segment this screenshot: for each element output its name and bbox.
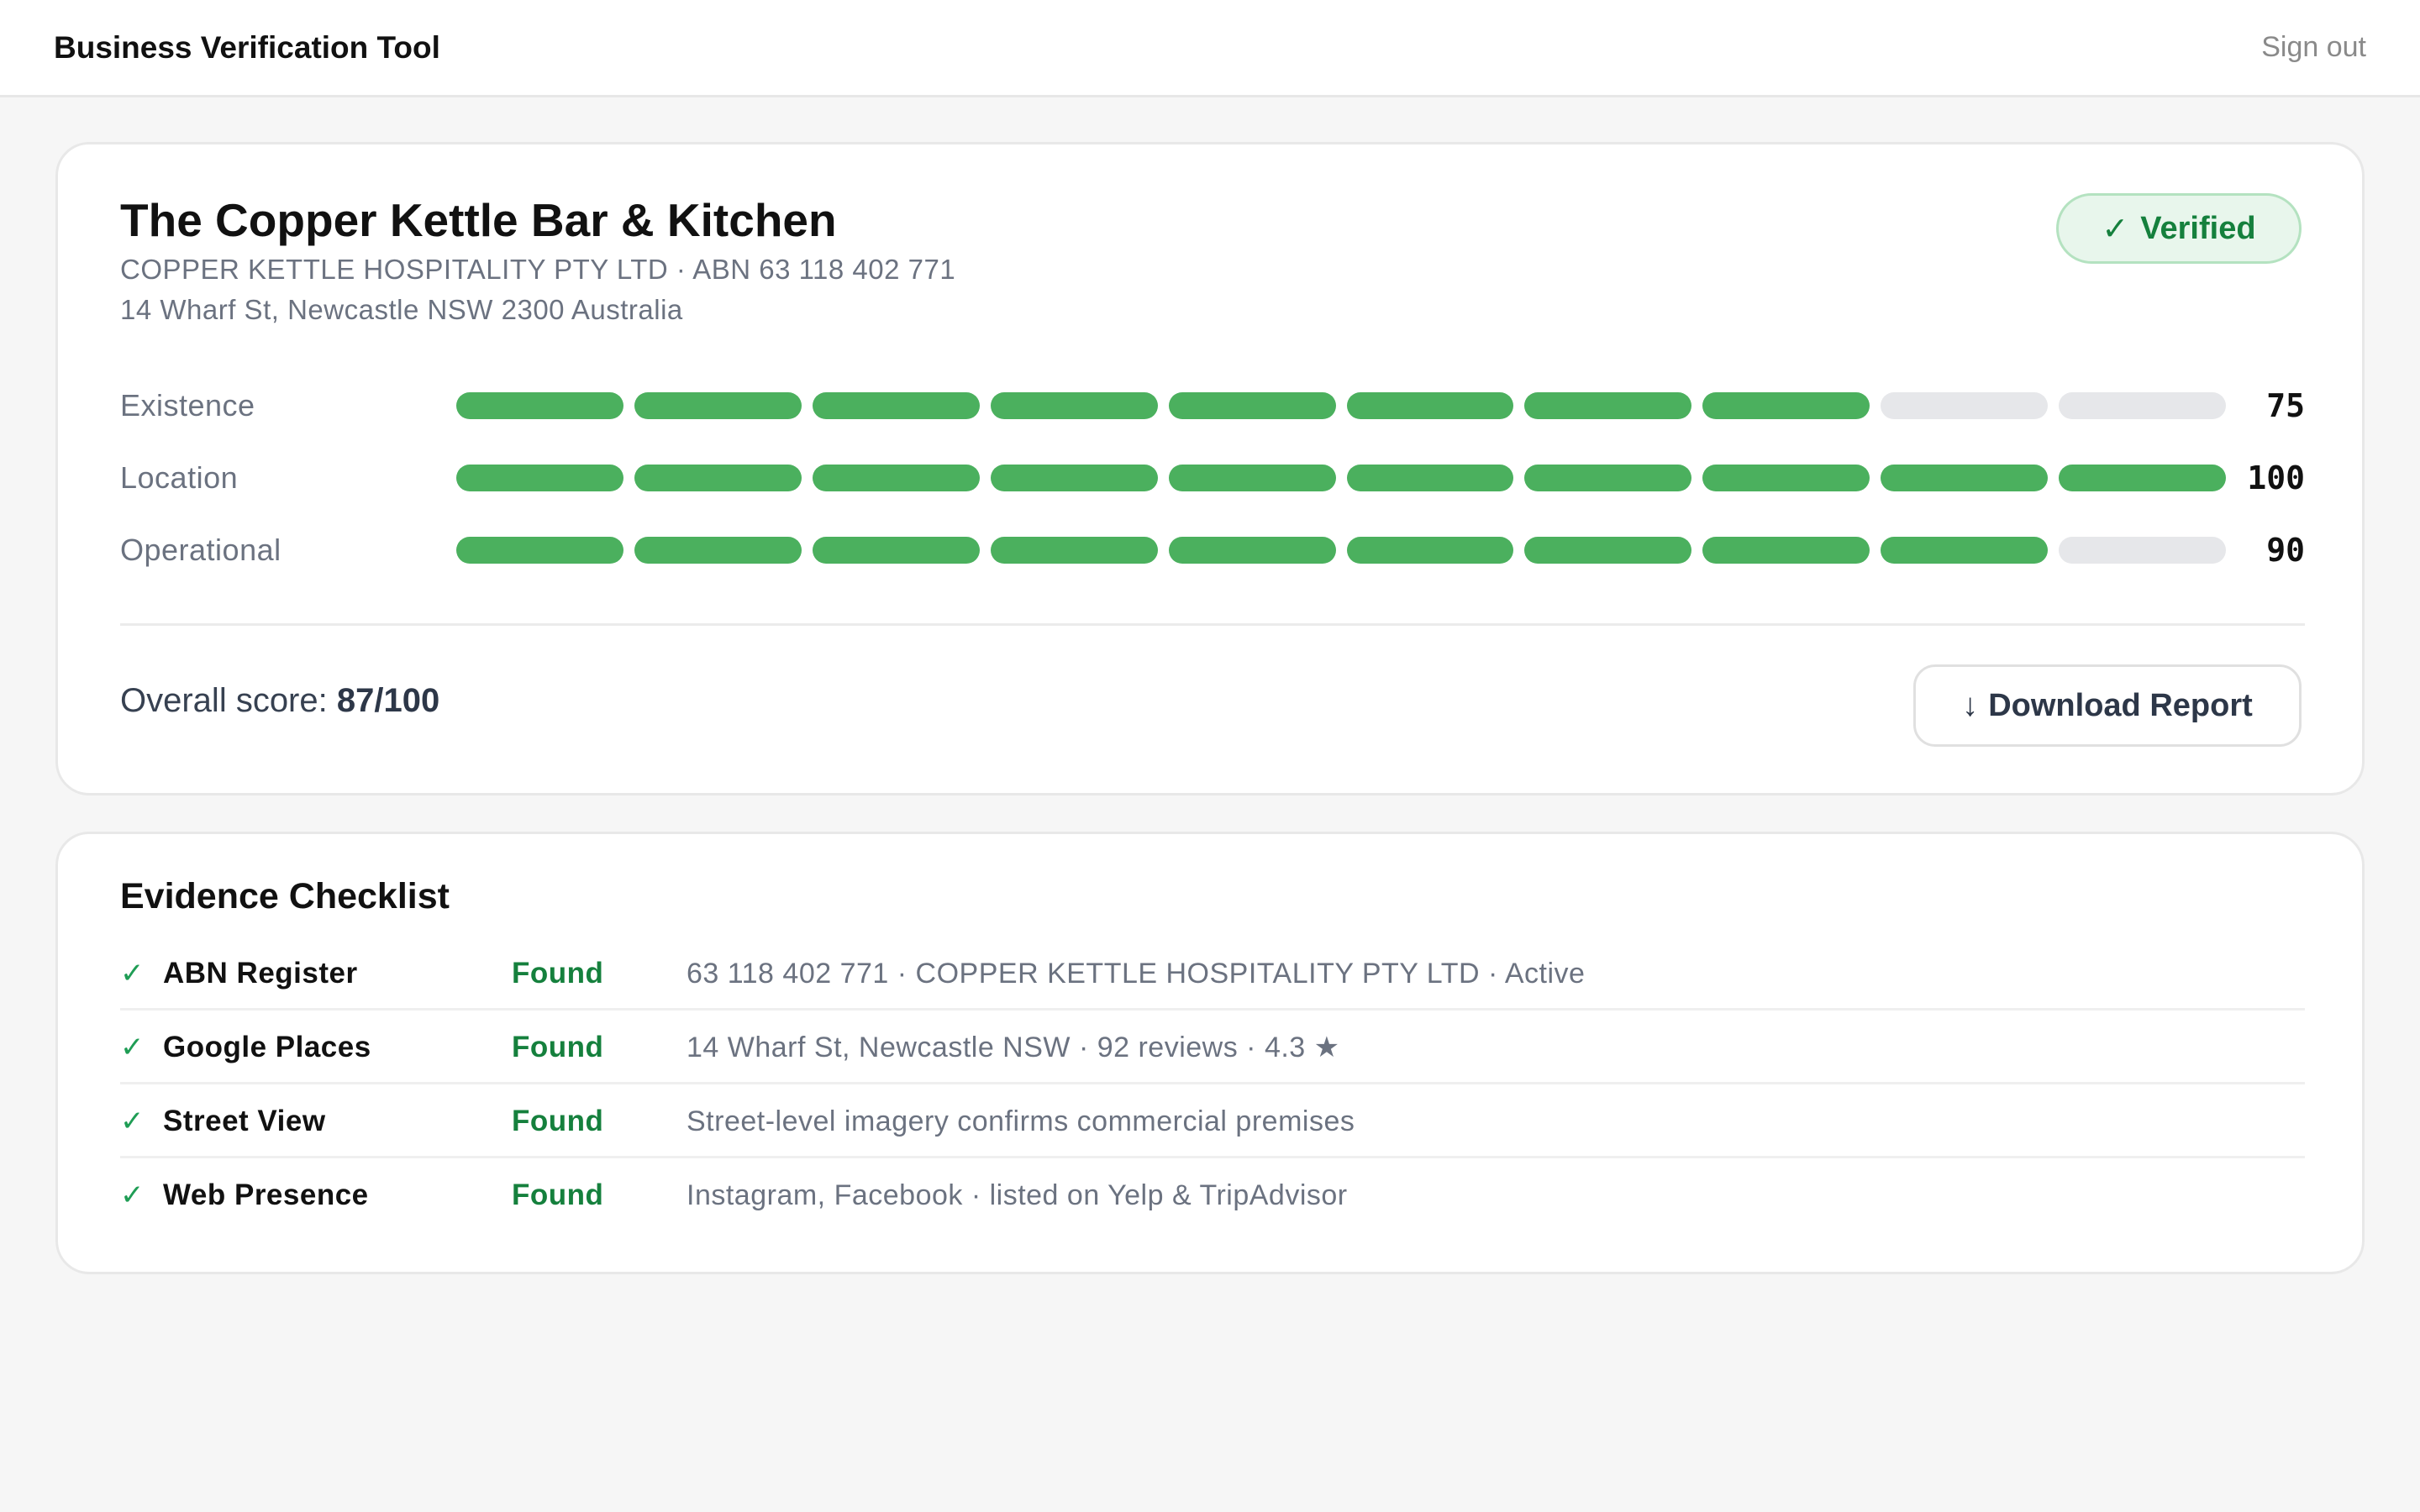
score-row-operational: Operational 90 [120,532,2305,569]
top-bar: Business Verification Tool Sign out [0,0,2420,97]
sign-out-link[interactable]: Sign out [2261,31,2366,64]
score-segment-empty [2059,537,2227,564]
score-segment-filled [1524,537,1692,564]
app-title: Business Verification Tool [54,29,440,65]
check-icon: ✓ [2102,211,2129,247]
evidence-row-abn-register: ✓ ABN Register Found 63 118 402 771 · CO… [120,937,2305,1011]
check-icon: ✓ [120,1179,145,1211]
evidence-source: Street View [163,1105,326,1137]
section-title: Evidence Checklist [120,876,450,916]
score-segment-filled [456,392,623,419]
evidence-row-google-places: ✓ Google Places Found 14 Wharf St, Newca… [120,1011,2305,1084]
evidence-status: Found [512,1031,604,1063]
arrow-down-icon: ↓ [1962,687,1979,723]
divider [120,623,2305,626]
business-summary-card: The Copper Kettle Bar & Kitchen COPPER K… [55,142,2365,795]
business-entity-line: COPPER KETTLE HOSPITALITY PTY LTD · ABN … [120,254,956,285]
score-label: Location [120,460,239,495]
evidence-row-street-view: ✓ Street View Found Street-level imagery… [120,1084,2305,1158]
score-segment-empty [1881,392,2049,419]
evidence-detail: Instagram, Facebook · listed on Yelp & T… [687,1179,1348,1211]
score-segment-filled [990,537,1158,564]
score-segment-empty [2059,392,2227,419]
download-report-label: Download Report [1988,687,2253,723]
overall-score-label: Overall score: [120,682,328,719]
evidence-source: Google Places [163,1031,371,1063]
score-label: Existence [120,388,255,423]
verified-label: Verified [2140,210,2256,246]
score-segment-filled [1346,465,1514,491]
evidence-detail: Street-level imagery confirms commercial… [687,1105,1355,1137]
score-segment-filled [812,465,980,491]
score-segment-filled [1702,392,1870,419]
score-segment-filled [990,392,1158,419]
score-value: 75 [2266,387,2305,424]
evidence-row-web-presence: ✓ Web Presence Found Instagram, Facebook… [120,1158,2305,1232]
score-segment-filled [1168,537,1336,564]
score-segment-filled [1881,537,2049,564]
score-segment-filled [456,465,623,491]
evidence-detail: 14 Wharf St, Newcastle NSW · 92 reviews … [687,1032,1340,1063]
score-row-location: Location 100 [120,459,2305,496]
score-value: 100 [2247,459,2305,496]
evidence-status: Found [512,1105,604,1137]
score-segment-filled [1168,465,1336,491]
verified-badge: ✓ Verified [2056,193,2302,264]
overall-score-value: 87/100 [336,682,440,719]
evidence-status: Found [512,1179,604,1211]
score-segment-filled [634,537,802,564]
score-segment-filled [2059,465,2227,491]
evidence-status: Found [512,957,604,990]
score-segment-filled [812,392,980,419]
score-segment-filled [1524,392,1692,419]
score-row-existence: Existence 75 [120,389,2305,423]
score-segment-filled [1881,465,2049,491]
overall-score: Overall score: 87/100 [120,682,439,720]
score-bar [456,537,2227,564]
evidence-source: ABN Register [163,957,358,990]
download-report-button[interactable]: ↓ Download Report [1913,664,2302,747]
check-icon: ✓ [120,958,145,990]
evidence-source: Web Presence [163,1179,369,1211]
score-bar [456,392,2227,419]
business-address: 14 Wharf St, Newcastle NSW 2300 Australi… [120,294,683,325]
score-segment-filled [1702,465,1870,491]
score-value: 90 [2266,532,2305,569]
score-segment-filled [634,465,802,491]
score-segment-filled [1702,537,1870,564]
score-segment-filled [990,465,1158,491]
score-segment-filled [1346,537,1514,564]
score-segment-filled [812,537,980,564]
score-segment-filled [1346,392,1514,419]
business-name: The Copper Kettle Bar & Kitchen [120,194,837,246]
evidence-list: ✓ ABN Register Found 63 118 402 771 · CO… [120,937,2305,1232]
score-bar [456,465,2227,491]
score-segment-filled [634,392,802,419]
check-icon: ✓ [120,1032,145,1063]
score-segment-filled [1168,392,1336,419]
score-segment-filled [1524,465,1692,491]
evidence-detail: 63 118 402 771 · COPPER KETTLE HOSPITALI… [687,958,1586,990]
check-icon: ✓ [120,1105,145,1137]
evidence-checklist-card: Evidence Checklist ✓ ABN Register Found … [55,832,2365,1274]
score-label: Operational [120,533,281,567]
score-segment-filled [456,537,623,564]
